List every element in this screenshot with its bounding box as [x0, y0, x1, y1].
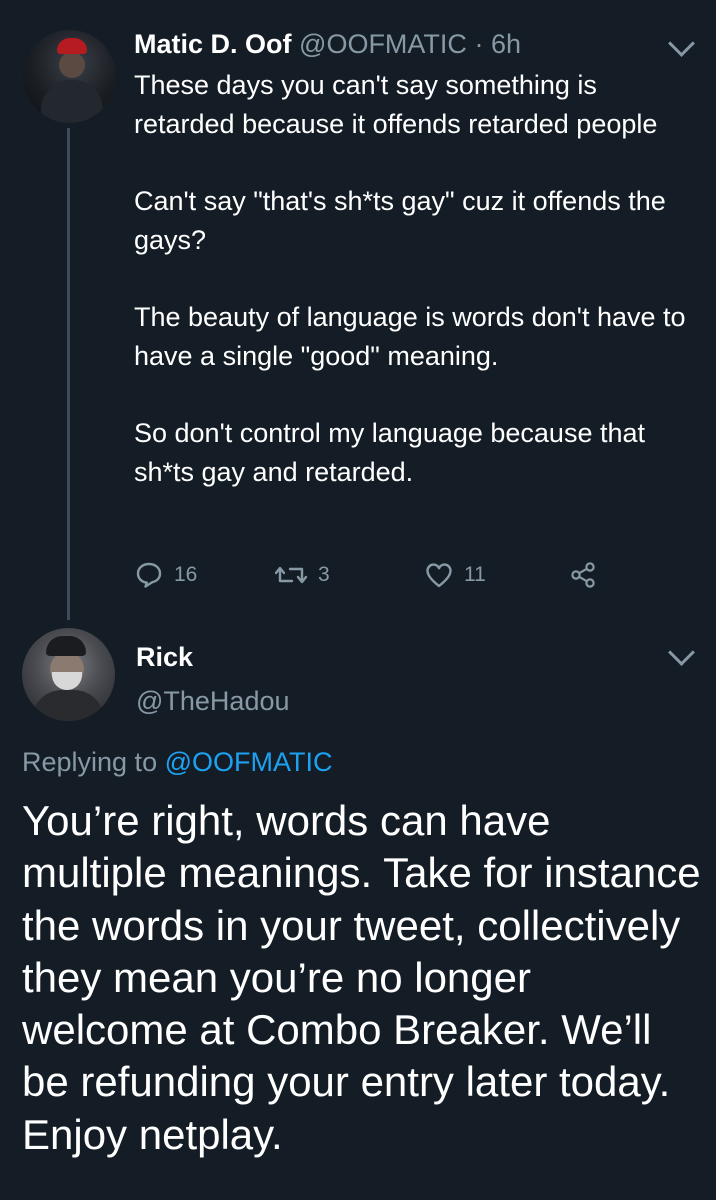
parent-tweet-actions: 16 3 11	[0, 558, 716, 592]
reply-tweet-text: You’re right, words can have multiple me…	[22, 797, 701, 1158]
reply-button[interactable]: 16	[134, 558, 197, 592]
like-count: 11	[464, 563, 486, 586]
share-icon	[568, 560, 598, 590]
parent-author-handle[interactable]: @OOFMATIC	[299, 29, 467, 59]
reply-author-handle[interactable]: @TheHadou	[136, 684, 290, 718]
like-button[interactable]: 11	[424, 558, 486, 592]
parent-tweet-time[interactable]: 6h	[491, 29, 521, 59]
retweet-button[interactable]: 3	[274, 558, 330, 592]
tweet-paragraph: The beauty of language is words don't ha…	[134, 302, 686, 371]
share-button[interactable]	[568, 558, 598, 592]
reply-count: 16	[174, 563, 198, 586]
tweet-paragraph: These days you can't say something is re…	[134, 70, 658, 139]
thread-connector-line	[67, 128, 70, 620]
chevron-down-icon[interactable]	[668, 639, 695, 666]
chevron-down-icon[interactable]	[668, 30, 695, 57]
parent-tweet-header: Matic D. Oof @OOFMATIC · 6h	[134, 27, 521, 61]
parent-tweet-text: These days you can't say something is re…	[134, 66, 694, 492]
tweet-paragraph: So don't control my language because tha…	[134, 418, 645, 487]
reply-icon	[134, 560, 164, 590]
tweet-paragraph: Can't say "that's sh*ts gay" cuz it offe…	[134, 186, 666, 255]
like-icon	[424, 560, 454, 590]
replying-to-label: Replying to	[22, 747, 158, 777]
avatar-matic[interactable]	[23, 30, 116, 123]
parent-author-name[interactable]: Matic D. Oof	[134, 29, 292, 59]
tweet-detail-screen: Matic D. Oof @OOFMATIC · 6h These days y…	[0, 0, 716, 1200]
retweet-count: 3	[318, 563, 330, 586]
header-separator: ·	[474, 29, 484, 59]
replying-to-handle-link[interactable]: @OOFMATIC	[165, 747, 333, 777]
retweet-icon	[274, 560, 308, 590]
avatar-rick[interactable]	[22, 628, 115, 721]
reply-author-name[interactable]: Rick	[136, 640, 193, 674]
replying-to-line: Replying to @OOFMATIC	[22, 745, 333, 779]
